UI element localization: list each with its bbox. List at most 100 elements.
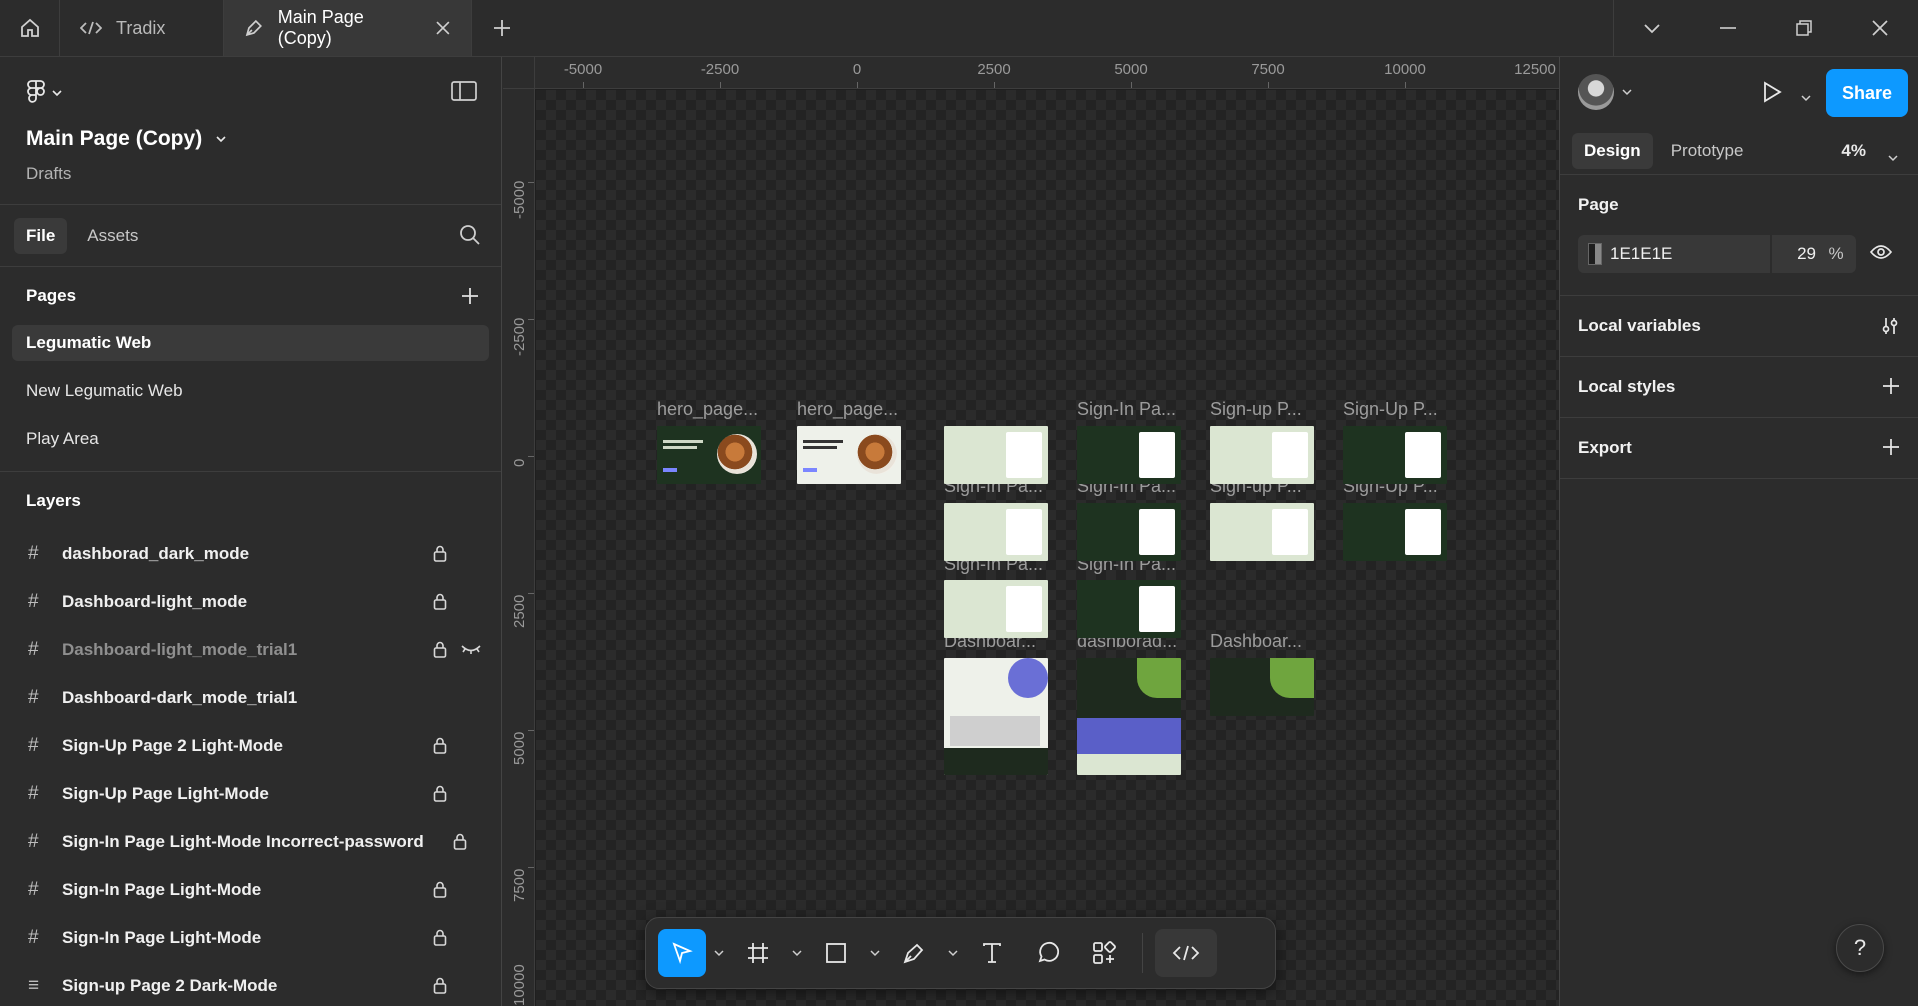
canvas-area[interactable]: -5000 -2500 0 2500 5000 7500 10000 12500… [503,57,1559,1006]
add-page-icon[interactable] [461,287,479,305]
shape-tool-button[interactable] [810,929,862,977]
layer-row[interactable]: # Sign-Up Page 2 Light-Mode [0,722,501,770]
color-swatch[interactable] [1588,243,1602,265]
close-window-button[interactable] [1842,0,1918,56]
frame-thumbnail[interactable] [944,658,1048,775]
layer-row[interactable]: # Sign-Up Page Light-Mode [0,770,501,818]
open-variables-button[interactable] [1880,316,1900,341]
shape-tool-dropdown[interactable] [866,949,884,957]
help-button[interactable]: ? [1836,924,1884,972]
thumb-card [1139,432,1175,478]
actions-tool-button[interactable] [1078,929,1130,977]
frame-thumbnail[interactable] [1210,503,1314,561]
frame-label[interactable]: Sign-up P... [1210,399,1302,420]
local-styles-section[interactable]: Local styles [1560,357,1918,418]
frame-thumbnail[interactable] [1343,503,1447,561]
move-tool-dropdown[interactable] [710,949,728,957]
frame-label[interactable]: Sign-Up P... [1343,399,1438,420]
lock-icon[interactable] [433,977,447,994]
new-tab-button[interactable] [472,0,532,56]
layer-row[interactable]: # Dashboard-dark_mode_trial1 [0,674,501,722]
pen-tool-button[interactable] [888,929,940,977]
lock-icon[interactable] [433,881,447,898]
page-opacity-input[interactable]: 29 [1772,244,1816,264]
tab-label: Main Page (Copy) [277,7,364,48]
lock-icon[interactable] [433,593,447,610]
frame-label[interactable]: hero_page... [657,399,758,420]
ruler-label: 5000 [511,731,528,765]
tab-prototype[interactable]: Prototype [1659,133,1756,169]
lock-icon[interactable] [453,833,467,850]
tab-file[interactable]: File [14,217,68,254]
left-panel: Main Page (Copy) Drafts File Assets Page… [0,57,502,1006]
tab-assets[interactable]: Assets [75,218,150,254]
share-button[interactable]: Share [1826,69,1908,117]
frame-thumbnail[interactable] [1077,580,1181,638]
tab-design[interactable]: Design [1572,132,1653,169]
present-options-dropdown[interactable] [1801,87,1811,107]
text-tool-button[interactable] [966,929,1018,977]
layer-row[interactable]: # Sign-In Page Light-Mode [0,914,501,962]
tab-main-page-copy[interactable]: Main Page (Copy) [224,0,472,56]
add-export-button[interactable] [1882,438,1900,461]
frame-label[interactable]: Dashboar... [1210,631,1302,652]
local-variables-section[interactable]: Local variables [1560,296,1918,357]
lock-icon[interactable] [433,785,447,802]
frame-thumbnail[interactable] [1077,658,1181,775]
thumb-card [1405,432,1441,478]
layer-row[interactable]: # Dashboard-light_mode [0,578,501,626]
main-menu-button[interactable] [26,79,62,107]
layer-row[interactable]: # Sign-In Page Light-Mode [0,866,501,914]
add-style-button[interactable] [1882,377,1900,400]
move-tool-button[interactable] [658,929,706,977]
frame-thumbnail[interactable] [1343,426,1447,484]
search-layers-button[interactable] [459,224,481,251]
zoom-dropdown[interactable] [1888,147,1898,167]
layer-row[interactable]: ≡ Sign-up Page 2 Dark-Mode [0,962,501,1006]
frame-thumbnail[interactable] [944,426,1048,484]
frame-label[interactable]: hero_page... [797,399,898,420]
dev-mode-toggle[interactable] [1155,929,1217,977]
frame-thumbnail[interactable] [944,580,1048,638]
restore-button[interactable] [1766,0,1842,56]
frame-thumbnail[interactable] [1210,658,1314,716]
project-title-button[interactable]: Main Page (Copy) [26,127,226,151]
layer-row[interactable]: # Dashboard-light_mode_trial1 [0,626,501,674]
frame-thumbnail[interactable] [1210,426,1314,484]
lock-icon[interactable] [433,929,447,946]
page-item-play-area[interactable]: Play Area [12,415,489,463]
minimize-button[interactable] [1690,0,1766,56]
tabs-dropdown-button[interactable] [1614,0,1690,56]
comment-tool-button[interactable] [1022,929,1074,977]
frame-thumbnail[interactable] [797,426,901,484]
page-item-legumatic-web[interactable]: Legumatic Web [12,325,489,361]
zoom-level[interactable]: 4% [1841,141,1866,161]
frame-tool-button[interactable] [732,929,784,977]
toggle-visibility-button[interactable] [1869,244,1893,265]
home-button[interactable] [0,0,60,56]
local-styles-heading: Local styles [1578,377,1676,396]
export-section[interactable]: Export [1560,418,1918,479]
page-color-input[interactable]: 1E1E1E [1610,244,1770,264]
lock-icon[interactable] [433,641,447,658]
frame-thumbnail[interactable] [657,426,761,484]
eye-closed-icon[interactable] [461,643,481,655]
layer-row[interactable]: # dashborad_dark_mode [0,530,501,578]
frame-thumbnail[interactable] [1077,503,1181,561]
frame-thumbnail[interactable] [944,503,1048,561]
project-location[interactable]: Drafts [26,164,71,184]
frame-tool-dropdown[interactable] [788,949,806,957]
frame-thumbnail[interactable] [1077,426,1181,484]
close-tab-icon[interactable] [435,20,451,36]
lock-icon[interactable] [433,737,447,754]
layer-row[interactable]: # Sign-In Page Light-Mode Incorrect-pass… [0,818,501,866]
tab-tradix[interactable]: Tradix [60,0,224,56]
frame-label[interactable]: Sign-In Pa... [1077,399,1176,420]
toggle-sidebar-button[interactable] [451,81,477,106]
user-menu-button[interactable] [1578,74,1632,110]
pen-tool-dropdown[interactable] [944,949,962,957]
present-button[interactable] [1761,80,1783,109]
page-item-new-legumatic-web[interactable]: New Legumatic Web [12,367,489,415]
lock-icon[interactable] [433,545,447,562]
design-canvas[interactable]: hero_page... hero_page... Sign-In Pa... … [536,90,1559,1006]
